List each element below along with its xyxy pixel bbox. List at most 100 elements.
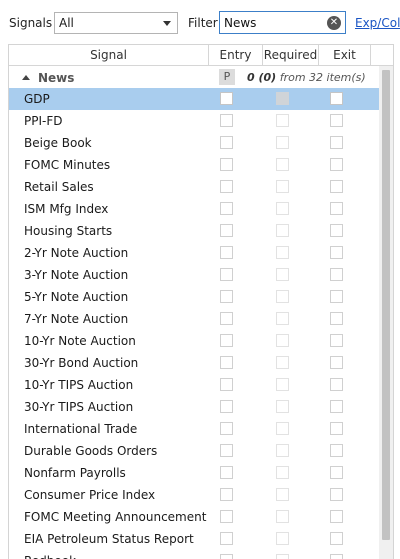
table-row[interactable]: Redbook bbox=[9, 550, 379, 559]
required-checkbox[interactable] bbox=[276, 466, 289, 479]
required-checkbox[interactable] bbox=[276, 510, 289, 523]
entry-checkbox[interactable] bbox=[220, 158, 233, 171]
required-checkbox[interactable] bbox=[276, 290, 289, 303]
required-checkbox[interactable] bbox=[276, 334, 289, 347]
exit-checkbox[interactable] bbox=[330, 466, 343, 479]
entry-checkbox[interactable] bbox=[220, 444, 233, 457]
entry-checkbox[interactable] bbox=[220, 356, 233, 369]
exit-checkbox[interactable] bbox=[330, 158, 343, 171]
required-checkbox[interactable] bbox=[276, 532, 289, 545]
entry-checkbox[interactable] bbox=[220, 202, 233, 215]
exit-checkbox[interactable] bbox=[330, 246, 343, 259]
table-row[interactable]: GDP bbox=[9, 88, 379, 110]
entry-checkbox[interactable] bbox=[220, 400, 233, 413]
entry-checkbox[interactable] bbox=[220, 136, 233, 149]
table-row[interactable]: FOMC Minutes bbox=[9, 154, 379, 176]
required-checkbox[interactable] bbox=[276, 180, 289, 193]
table-row[interactable]: 10-Yr TIPS Auction bbox=[9, 374, 379, 396]
table-row[interactable]: EIA Petroleum Status Report bbox=[9, 528, 379, 550]
entry-checkbox[interactable] bbox=[220, 422, 233, 435]
table-row[interactable]: Durable Goods Orders bbox=[9, 440, 379, 462]
entry-checkbox[interactable] bbox=[220, 114, 233, 127]
required-checkbox[interactable] bbox=[276, 422, 289, 435]
entry-checkbox[interactable] bbox=[220, 224, 233, 237]
table-row[interactable]: 10-Yr Note Auction bbox=[9, 330, 379, 352]
table-row[interactable]: Beige Book bbox=[9, 132, 379, 154]
exit-checkbox[interactable] bbox=[330, 422, 343, 435]
group-row-news[interactable]: News P 0 (0) from 32 item(s) bbox=[9, 67, 379, 88]
exit-checkbox[interactable] bbox=[330, 532, 343, 545]
required-checkbox[interactable] bbox=[276, 444, 289, 457]
table-row[interactable]: 30-Yr TIPS Auction bbox=[9, 396, 379, 418]
clear-filter-icon[interactable]: ✕ bbox=[327, 16, 341, 30]
exit-checkbox[interactable] bbox=[330, 400, 343, 413]
table-row[interactable]: Consumer Price Index bbox=[9, 484, 379, 506]
table-row[interactable]: 30-Yr Bond Auction bbox=[9, 352, 379, 374]
table-row[interactable]: 7-Yr Note Auction bbox=[9, 308, 379, 330]
required-checkbox[interactable] bbox=[276, 158, 289, 171]
table-row[interactable]: PPI-FD bbox=[9, 110, 379, 132]
required-checkbox[interactable] bbox=[276, 114, 289, 127]
required-checkbox[interactable] bbox=[276, 356, 289, 369]
exit-checkbox[interactable] bbox=[330, 334, 343, 347]
entry-checkbox[interactable] bbox=[220, 180, 233, 193]
required-checkbox[interactable] bbox=[276, 136, 289, 149]
column-header-entry[interactable]: Entry bbox=[209, 45, 263, 66]
signals-dropdown[interactable]: All bbox=[54, 12, 178, 34]
required-checkbox[interactable] bbox=[276, 224, 289, 237]
table-row[interactable]: ISM Mfg Index bbox=[9, 198, 379, 220]
entry-checkbox[interactable] bbox=[220, 92, 233, 105]
table-row[interactable]: International Trade bbox=[9, 418, 379, 440]
required-checkbox[interactable] bbox=[276, 378, 289, 391]
table-row[interactable]: 2-Yr Note Auction bbox=[9, 242, 379, 264]
entry-checkbox[interactable] bbox=[220, 532, 233, 545]
exit-checkbox[interactable] bbox=[330, 356, 343, 369]
exit-checkbox[interactable] bbox=[330, 224, 343, 237]
expand-collapse-link[interactable]: Exp/Col bbox=[355, 16, 400, 30]
entry-checkbox[interactable] bbox=[220, 246, 233, 259]
required-checkbox[interactable] bbox=[276, 400, 289, 413]
entry-checkbox[interactable] bbox=[220, 268, 233, 281]
table-row[interactable]: Housing Starts bbox=[9, 220, 379, 242]
exit-checkbox[interactable] bbox=[330, 554, 343, 559]
table-row[interactable]: Retail Sales bbox=[9, 176, 379, 198]
exit-checkbox[interactable] bbox=[330, 180, 343, 193]
required-checkbox[interactable] bbox=[276, 312, 289, 325]
required-checkbox[interactable] bbox=[276, 202, 289, 215]
entry-checkbox[interactable] bbox=[220, 554, 233, 559]
required-checkbox[interactable] bbox=[276, 92, 289, 105]
required-checkbox[interactable] bbox=[276, 268, 289, 281]
required-checkbox[interactable] bbox=[276, 246, 289, 259]
exit-checkbox[interactable] bbox=[330, 136, 343, 149]
table-row[interactable]: 5-Yr Note Auction bbox=[9, 286, 379, 308]
exit-checkbox[interactable] bbox=[330, 268, 343, 281]
scrollbar-thumb[interactable] bbox=[382, 70, 390, 540]
table-row[interactable]: Nonfarm Payrolls bbox=[9, 462, 379, 484]
exit-checkbox[interactable] bbox=[330, 114, 343, 127]
exit-checkbox[interactable] bbox=[330, 444, 343, 457]
entry-checkbox[interactable] bbox=[220, 510, 233, 523]
required-checkbox[interactable] bbox=[276, 488, 289, 501]
exit-checkbox[interactable] bbox=[330, 290, 343, 303]
exit-checkbox[interactable] bbox=[330, 378, 343, 391]
vertical-scrollbar[interactable] bbox=[379, 66, 393, 559]
entry-checkbox[interactable] bbox=[220, 466, 233, 479]
column-header-required[interactable]: Required bbox=[263, 45, 319, 66]
entry-checkbox[interactable] bbox=[220, 312, 233, 325]
collapse-triangle-icon[interactable] bbox=[22, 75, 30, 80]
exit-checkbox[interactable] bbox=[330, 202, 343, 215]
column-header-signal[interactable]: Signal bbox=[9, 45, 209, 66]
entry-checkbox[interactable] bbox=[220, 378, 233, 391]
entry-checkbox[interactable] bbox=[220, 488, 233, 501]
exit-checkbox[interactable] bbox=[330, 92, 343, 105]
exit-checkbox[interactable] bbox=[330, 488, 343, 501]
exit-checkbox[interactable] bbox=[330, 510, 343, 523]
entry-checkbox[interactable] bbox=[220, 290, 233, 303]
required-checkbox[interactable] bbox=[276, 554, 289, 559]
exit-checkbox[interactable] bbox=[330, 312, 343, 325]
filter-box[interactable]: ✕ bbox=[219, 11, 346, 34]
entry-checkbox[interactable] bbox=[220, 334, 233, 347]
filter-input[interactable] bbox=[221, 13, 326, 32]
table-row[interactable]: FOMC Meeting Announcement bbox=[9, 506, 379, 528]
table-row[interactable]: 3-Yr Note Auction bbox=[9, 264, 379, 286]
